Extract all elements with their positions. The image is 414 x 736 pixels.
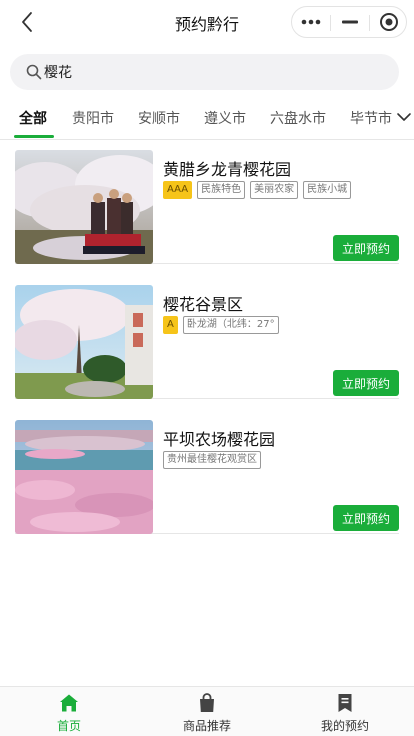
tab-bijie[interactable]: 毕节市 — [350, 108, 392, 128]
list-item[interactable]: 黄腊乡龙青樱花园 AAA 民族特色 美丽农家 民族小城 立即预约 — [15, 140, 399, 264]
spot-photo — [15, 150, 153, 264]
tab-liupanshui[interactable]: 六盘水市 — [270, 108, 326, 128]
minimize-icon[interactable] — [331, 7, 369, 37]
spot-tags: AAA 民族特色 美丽农家 民族小城 — [163, 181, 352, 199]
home-icon — [59, 693, 79, 713]
tab-zunyi[interactable]: 遵义市 — [204, 108, 246, 128]
feature-tag: 美丽农家 — [250, 181, 299, 199]
spot-photo — [15, 420, 153, 534]
nav-label: 首页 — [56, 719, 81, 733]
nav-home[interactable]: 首页 — [0, 687, 138, 736]
tab-anshun[interactable]: 安顺市 — [138, 108, 180, 128]
list-item[interactable]: 平坝农场樱花园 贵州最佳樱花观赏区 立即预约 — [15, 410, 399, 534]
book-now-button[interactable]: 立即预约 — [333, 505, 399, 531]
level-badge: A — [163, 316, 178, 334]
level-badge: AAA — [163, 181, 193, 199]
region-tabs: 全部 贵阳市 安顺市 遵义市 六盘水市 毕节市 — [0, 100, 414, 140]
more-dots-icon[interactable] — [292, 7, 330, 37]
feature-tag: 贵州最佳樱花观赏区 — [163, 451, 261, 469]
list-item[interactable]: 樱花谷景区 A 卧龙湖（北纬：27° 立即预约 — [15, 275, 399, 399]
top-bar: 预约黔行 — [0, 0, 414, 44]
nav-label: 我的预约 — [320, 719, 369, 733]
tab-all[interactable]: 全部 — [19, 108, 47, 128]
nav-label: 商品推荐 — [182, 719, 231, 733]
active-tab-indicator — [14, 135, 54, 138]
book-now-button[interactable]: 立即预约 — [333, 370, 399, 396]
spot-name: 黄腊乡龙青樱花园 — [163, 160, 292, 179]
shopping-bag-icon — [197, 693, 217, 713]
spot-name: 平坝农场樱花园 — [163, 430, 276, 449]
search-bar[interactable] — [10, 54, 399, 90]
spot-tags: 贵州最佳樱花观赏区 — [163, 451, 261, 469]
book-now-button[interactable]: 立即预约 — [333, 235, 399, 261]
feature-tag: 民族小城 — [303, 181, 352, 199]
search-icon — [26, 64, 42, 84]
chevron-down-icon[interactable] — [396, 109, 412, 129]
bookmark-icon — [335, 693, 355, 713]
tab-guiyang[interactable]: 贵阳市 — [72, 108, 114, 128]
spot-name: 樱花谷景区 — [163, 295, 244, 314]
nav-products[interactable]: 商品推荐 — [138, 687, 276, 736]
feature-tag: 卧龙湖（北纬：27° — [182, 316, 279, 334]
feature-tag: 民族特色 — [197, 181, 246, 199]
spot-tags: A 卧龙湖（北纬：27° — [163, 316, 279, 334]
nav-my-bookings[interactable]: 我的预约 — [276, 687, 414, 736]
mini-program-capsule — [291, 6, 407, 38]
spot-photo — [15, 285, 153, 399]
bottom-nav: 首页 商品推荐 我的预约 — [0, 686, 414, 736]
close-target-icon[interactable] — [370, 7, 408, 37]
search-input[interactable] — [44, 54, 374, 90]
